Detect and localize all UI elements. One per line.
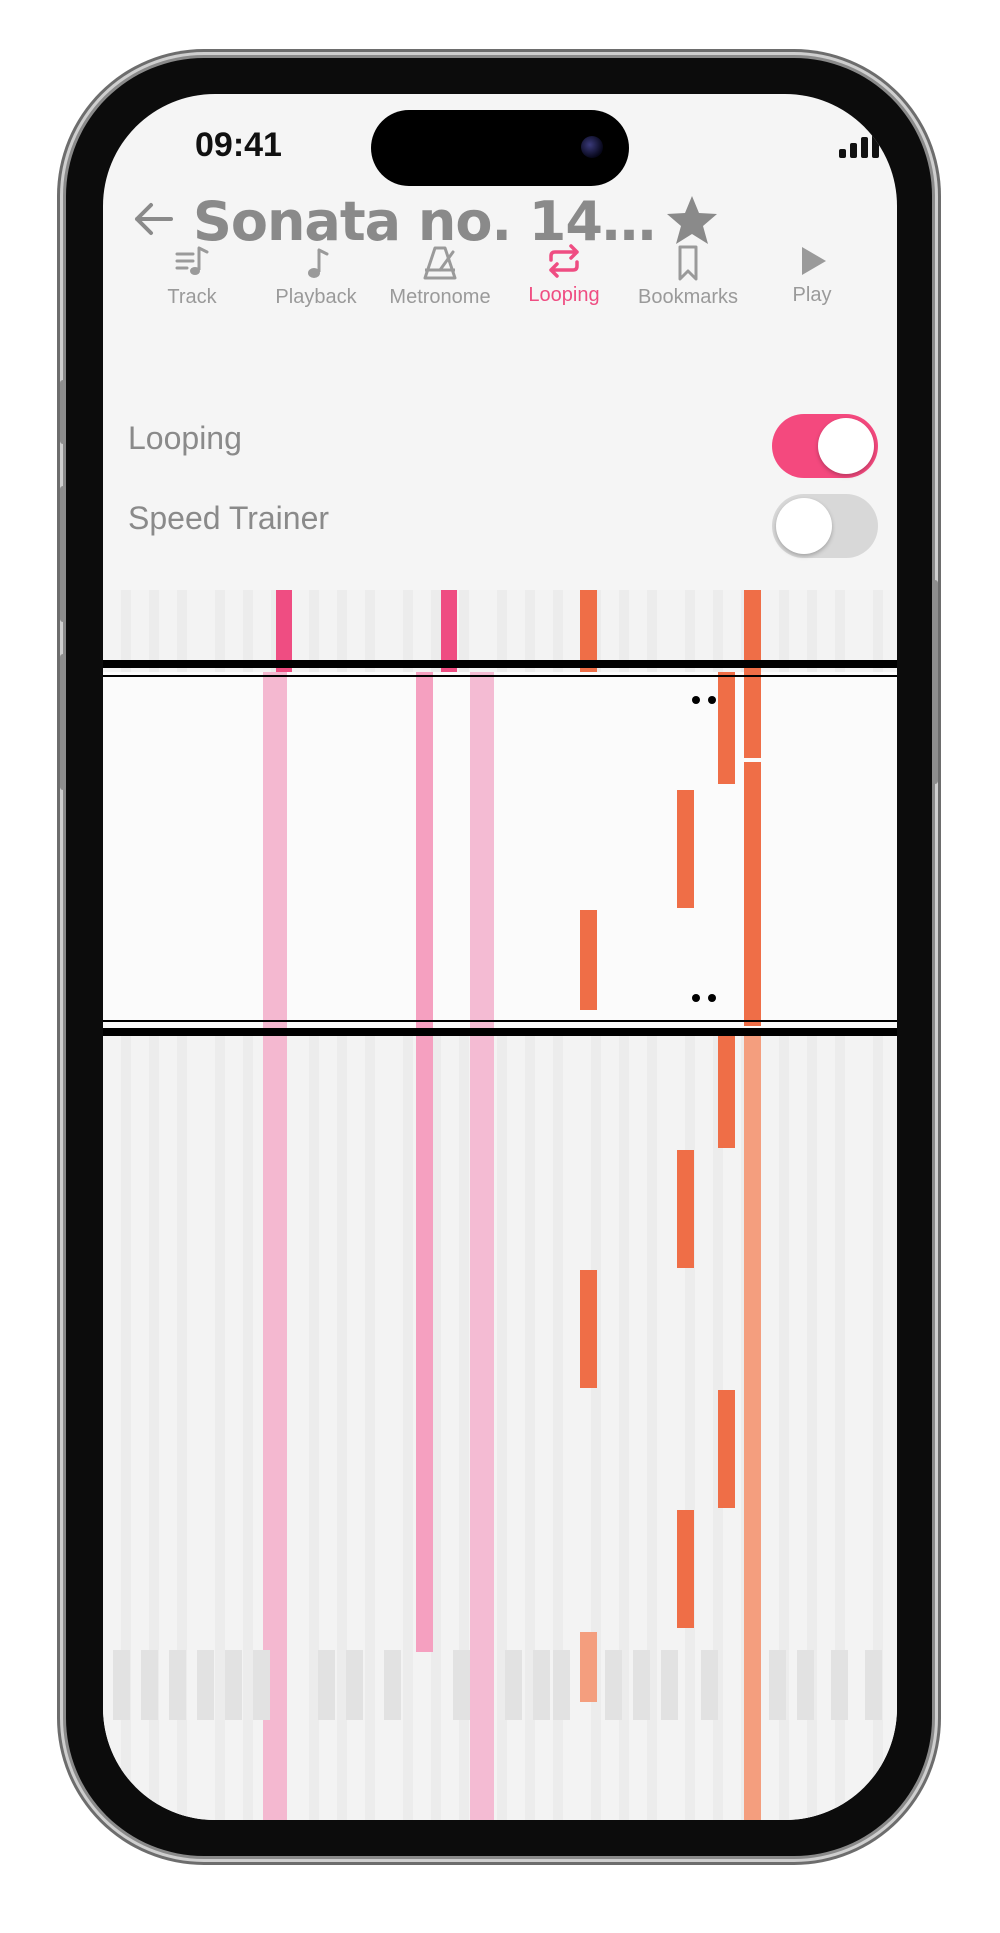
piano-roll[interactable] bbox=[103, 590, 897, 1820]
metronome-icon bbox=[423, 246, 457, 280]
note-bar bbox=[263, 672, 287, 1820]
note-bar bbox=[677, 1510, 694, 1628]
dynamic-island bbox=[371, 110, 629, 186]
tab-bookmarks-label: Bookmarks bbox=[637, 286, 739, 308]
tab-playback[interactable]: Playback bbox=[254, 244, 378, 309]
volume-up-button bbox=[60, 486, 66, 622]
app-screen: 09:41 100 Sonata no. 14 (Mo... bbox=[103, 94, 897, 1820]
wifi-icon bbox=[895, 132, 897, 139]
note-bar bbox=[677, 1150, 694, 1268]
loop-start-line bbox=[103, 675, 897, 677]
loop-end-marker[interactable] bbox=[103, 1028, 897, 1036]
tab-bar: Track Playback Metronome Looping Bookmar… bbox=[103, 244, 897, 314]
note-bar bbox=[580, 1270, 597, 1388]
loop-region[interactable] bbox=[103, 672, 897, 1030]
looping-setting-row: Looping bbox=[103, 412, 897, 478]
note-bar bbox=[718, 1390, 735, 1508]
repeat-dot bbox=[708, 994, 716, 1002]
status-time: 09:41 bbox=[195, 126, 282, 164]
cellular-signal-icon bbox=[839, 128, 883, 158]
repeat-icon bbox=[549, 244, 579, 278]
action-button bbox=[60, 380, 66, 444]
power-button bbox=[932, 580, 938, 784]
toggle-knob bbox=[776, 498, 832, 554]
speed-trainer-toggle[interactable] bbox=[772, 494, 878, 558]
loop-start-marker[interactable] bbox=[103, 660, 897, 668]
star-icon[interactable] bbox=[665, 194, 719, 246]
note-bar bbox=[744, 762, 761, 1026]
arrow-left-icon[interactable] bbox=[131, 197, 175, 241]
looping-toggle[interactable] bbox=[772, 414, 878, 478]
tab-playback-label: Playback bbox=[275, 286, 357, 308]
bookmark-icon bbox=[678, 245, 698, 281]
front-camera bbox=[581, 136, 603, 158]
music-list-icon bbox=[175, 246, 209, 275]
piano-keyboard bbox=[103, 1650, 897, 1720]
note-bar bbox=[718, 1030, 735, 1148]
repeat-dot bbox=[692, 994, 700, 1002]
tab-looping[interactable]: Looping bbox=[502, 242, 626, 307]
speed-trainer-setting-row: Speed Trainer bbox=[103, 492, 897, 558]
repeat-dot bbox=[692, 696, 700, 704]
tab-bookmarks[interactable]: Bookmarks bbox=[626, 244, 750, 309]
note-bar bbox=[580, 910, 597, 1010]
phone-mockup: 09:41 100 Sonata no. 14 (Mo... bbox=[0, 0, 1000, 1933]
tab-play-label: Play bbox=[792, 284, 832, 306]
tab-metronome-label: Metronome bbox=[389, 286, 491, 308]
loop-end-line bbox=[103, 1020, 897, 1022]
toggle-knob bbox=[818, 418, 874, 474]
tab-track[interactable]: Track bbox=[130, 244, 254, 309]
play-icon bbox=[802, 247, 826, 275]
tab-looping-label: Looping bbox=[528, 284, 600, 306]
note-bar bbox=[744, 590, 761, 758]
looping-label: Looping bbox=[128, 420, 242, 456]
tab-track-label: Track bbox=[167, 286, 217, 308]
note-bar bbox=[470, 672, 494, 1820]
repeat-dot bbox=[708, 696, 716, 704]
music-note-icon bbox=[308, 248, 329, 278]
tab-metronome[interactable]: Metronome bbox=[378, 244, 502, 309]
tab-play[interactable]: Play bbox=[750, 242, 874, 307]
note-bar bbox=[677, 790, 694, 908]
speed-trainer-label: Speed Trainer bbox=[128, 500, 330, 536]
note-bar bbox=[416, 672, 433, 1652]
note-bar bbox=[718, 672, 735, 784]
volume-down-button bbox=[60, 654, 66, 790]
